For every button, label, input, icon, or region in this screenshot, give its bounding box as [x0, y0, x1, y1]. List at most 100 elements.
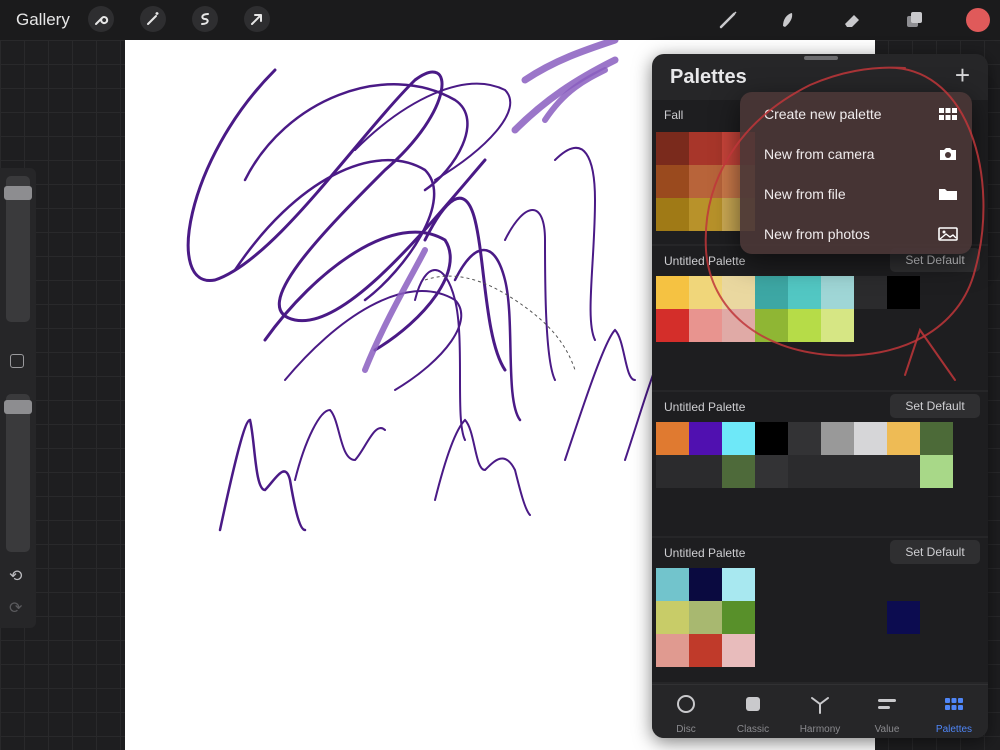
wrench-icon[interactable] [88, 6, 114, 32]
color-swatch[interactable] [821, 309, 854, 342]
color-swatch[interactable] [656, 165, 689, 198]
redo-icon[interactable]: ⟳ [9, 598, 22, 618]
color-swatch[interactable] [920, 455, 953, 488]
layers-icon[interactable] [900, 6, 928, 34]
palette-untitled-3[interactable]: Untitled Palette Set Default [652, 538, 988, 682]
tab-disc[interactable]: Disc [656, 693, 716, 735]
brush-size-thumb[interactable] [4, 186, 32, 200]
tab-classic[interactable]: Classic [723, 693, 783, 735]
color-swatch[interactable] [788, 422, 821, 455]
menu-item-label: New from photos [764, 226, 870, 242]
opacity-slider[interactable] [6, 394, 30, 552]
color-swatch[interactable] [887, 276, 920, 309]
classic-icon [746, 697, 760, 711]
color-swatch[interactable] [656, 276, 689, 309]
color-swatch[interactable] [788, 455, 821, 488]
folder-icon [939, 189, 957, 200]
color-swatch[interactable] [689, 422, 722, 455]
color-swatch[interactable] [755, 455, 788, 488]
magic-wand-icon[interactable] [140, 6, 166, 32]
color-swatch[interactable] [689, 634, 722, 667]
selection-icon[interactable] [192, 6, 218, 32]
color-swatch[interactable] [854, 276, 887, 309]
menu-item-label: New from file [764, 186, 846, 202]
color-swatch[interactable] [854, 455, 887, 488]
color-swatch[interactable] [755, 309, 788, 342]
palette-untitled-1[interactable]: Untitled Palette Set Default [652, 246, 988, 390]
tab-value[interactable]: Value [857, 693, 917, 735]
transform-arrow-icon[interactable] [244, 6, 270, 32]
color-swatch[interactable] [689, 309, 722, 342]
color-swatch[interactable] [689, 455, 722, 488]
photo-icon [938, 227, 958, 241]
color-swatch[interactable] [887, 422, 920, 455]
left-sidebar: ⟲ ⟳ [0, 168, 36, 628]
color-swatch[interactable] [722, 422, 755, 455]
color-swatch[interactable] [656, 309, 689, 342]
set-default-button[interactable]: Set Default [890, 540, 980, 564]
tab-palettes[interactable]: Palettes [924, 693, 984, 735]
menu-create-new-palette[interactable]: Create new palette [740, 94, 972, 134]
menu-new-from-photos[interactable]: New from photos [740, 214, 972, 254]
menu-new-from-file[interactable]: New from file [740, 174, 972, 214]
color-swatch[interactable] [722, 568, 755, 601]
tab-label: Disc [676, 724, 696, 735]
color-swatch[interactable] [656, 455, 689, 488]
color-swatch[interactable] [656, 568, 689, 601]
color-swatch[interactable] [689, 568, 722, 601]
color-swatch[interactable] [722, 276, 755, 309]
menu-item-label: Create new palette [764, 106, 882, 122]
tab-label: Classic [736, 724, 770, 735]
brush-icon[interactable] [714, 6, 742, 34]
plus-icon[interactable]: + [955, 62, 970, 88]
color-swatch[interactable] [656, 198, 689, 231]
panel-grabber[interactable] [804, 56, 838, 60]
palette-name: Untitled Palette [664, 400, 746, 414]
modifier-button[interactable] [10, 354, 24, 368]
palette-untitled-2[interactable]: Untitled Palette Set Default [652, 392, 988, 536]
color-swatch[interactable] [656, 132, 689, 165]
gallery-button[interactable]: Gallery [16, 10, 70, 30]
color-swatch[interactable] [887, 455, 920, 488]
palette-name: Untitled Palette [664, 254, 746, 268]
undo-icon[interactable]: ⟲ [9, 566, 22, 586]
disc-icon [677, 695, 695, 713]
color-swatch[interactable] [821, 455, 854, 488]
color-swatch[interactable] [722, 601, 755, 634]
color-swatch[interactable] [689, 165, 722, 198]
color-swatch[interactable] [689, 198, 722, 231]
color-swatch[interactable] [788, 309, 821, 342]
eraser-icon[interactable] [838, 6, 866, 34]
set-default-button[interactable]: Set Default [890, 394, 980, 418]
color-swatch[interactable] [854, 422, 887, 455]
tab-label: Harmony [799, 724, 841, 735]
tab-label: Palettes [935, 724, 973, 735]
color-swatch[interactable] [722, 634, 755, 667]
color-swatch[interactable] [788, 276, 821, 309]
opacity-thumb[interactable] [4, 400, 32, 414]
color-swatch[interactable] [755, 276, 788, 309]
color-swatch[interactable] [920, 422, 953, 455]
color-swatch[interactable] [821, 422, 854, 455]
color-swatch[interactable] [689, 132, 722, 165]
color-mode-tabbar: Disc Classic Harmony Value Palettes [652, 684, 988, 738]
color-swatch[interactable] [656, 634, 689, 667]
color-swatch[interactable] [656, 601, 689, 634]
menu-new-from-camera[interactable]: New from camera [740, 134, 972, 174]
current-color-button[interactable] [966, 8, 990, 32]
color-swatch[interactable] [689, 601, 722, 634]
color-swatch[interactable] [656, 422, 689, 455]
color-swatch[interactable] [821, 276, 854, 309]
top-toolbar: Gallery [0, 0, 1000, 40]
tab-label: Value [874, 724, 900, 735]
grid-icon [939, 108, 957, 120]
color-swatch[interactable] [887, 601, 920, 634]
color-swatch[interactable] [755, 422, 788, 455]
harmony-icon [811, 697, 829, 714]
color-swatch[interactable] [689, 276, 722, 309]
tab-harmony[interactable]: Harmony [790, 693, 850, 735]
value-icon [878, 699, 896, 709]
smudge-icon[interactable] [774, 6, 802, 34]
color-swatch[interactable] [722, 455, 755, 488]
color-swatch[interactable] [722, 309, 755, 342]
